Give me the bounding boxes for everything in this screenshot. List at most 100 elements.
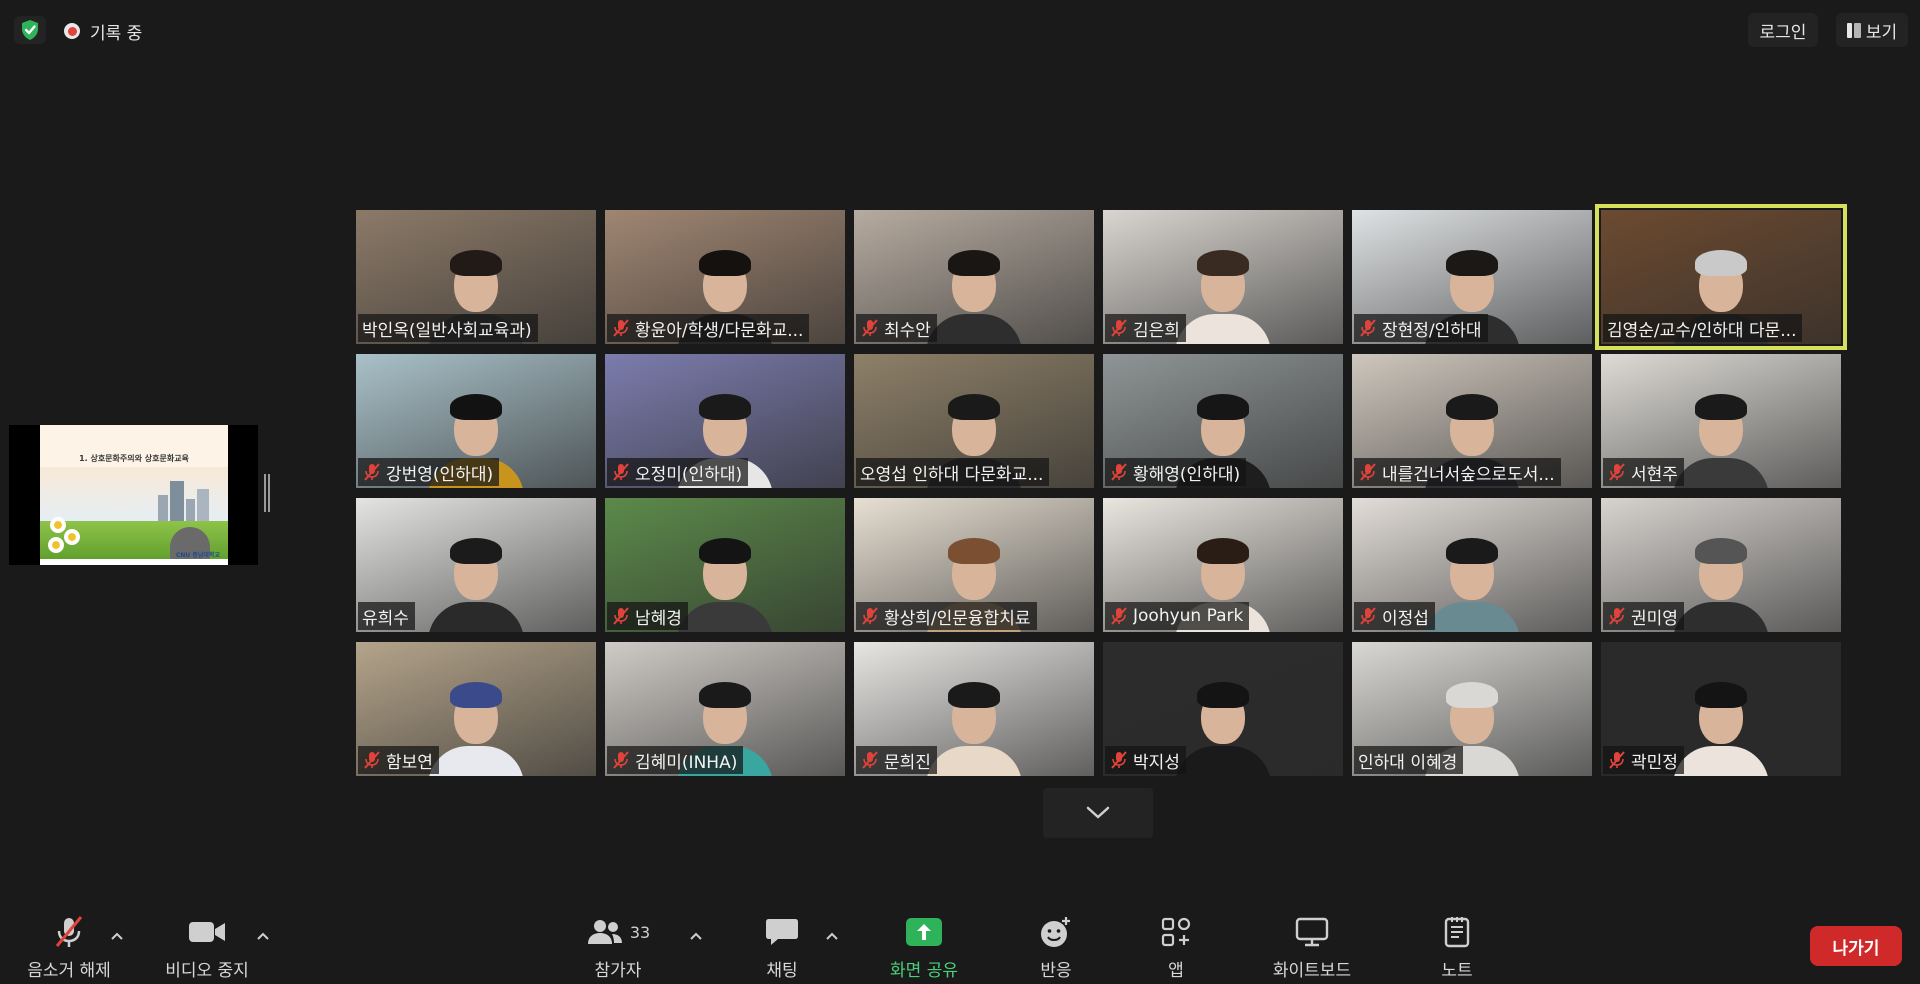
security-shield-icon[interactable]: [14, 16, 46, 44]
participant-video-tile[interactable]: 권미영: [1601, 498, 1841, 632]
gallery-next-page-button[interactable]: [1043, 788, 1153, 838]
participant-video-tile[interactable]: 함보연: [356, 642, 596, 776]
reactions-button[interactable]: 반응: [1018, 912, 1094, 982]
leave-meeting-button[interactable]: 나가기: [1810, 926, 1902, 966]
participant-video-tile[interactable]: 인하대 이혜경: [1352, 642, 1592, 776]
microphone-muted-icon: [611, 606, 631, 626]
microphone-muted-icon: [1358, 606, 1378, 626]
recording-indicator[interactable]: 기록 중: [64, 18, 142, 44]
apps-button[interactable]: 앱: [1148, 912, 1204, 982]
participant-name: 김은희: [1133, 320, 1180, 341]
participant-nameplate: 김은희: [1105, 314, 1186, 342]
participant-name: 황해영(인하대): [1133, 464, 1241, 485]
participant-video: [1673, 388, 1769, 488]
participant-nameplate: 김혜미(INHA): [607, 746, 744, 774]
participant-video-tile[interactable]: 강번영(인하대): [356, 354, 596, 488]
participant-nameplate: 함보연: [358, 746, 439, 774]
notes-button[interactable]: 노트: [1427, 912, 1487, 982]
participant-video: [1175, 676, 1271, 776]
participant-name: 문희진: [884, 752, 931, 773]
participant-name: 함보연: [386, 752, 433, 773]
meeting-toolbar: 음소거 해제 비디오 중지 33 참가자 채팅 화면 공유 반응 앱 화이트보드…: [0, 900, 1920, 984]
participant-name: 최수안: [884, 320, 931, 341]
notes-icon: [1444, 917, 1470, 948]
participant-name: 황상희/인문융합치료: [884, 608, 1031, 629]
participant-name: 강번영(인하대): [386, 464, 494, 485]
participant-video-tile[interactable]: 황해영(인하대): [1103, 354, 1343, 488]
participant-name: 박인옥(일반사회교육과): [362, 320, 532, 341]
chevron-down-icon: [1086, 806, 1110, 819]
participant-nameplate: 황상희/인문융합치료: [856, 602, 1037, 630]
participants-options-chevron-up-icon[interactable]: [688, 928, 704, 944]
participant-nameplate: 권미영: [1603, 602, 1684, 630]
microphone-muted-icon: [1607, 462, 1627, 482]
participants-label: 참가자: [594, 961, 642, 981]
participant-nameplate: 오영섭 인하대 다문화교...: [856, 458, 1050, 486]
participant-nameplate: 황윤아/학생/다문화교...: [607, 314, 810, 342]
microphone-muted-icon: [860, 750, 880, 770]
participant-video-tile[interactable]: 이정섭: [1352, 498, 1592, 632]
recording-label: 기록 중: [90, 23, 143, 44]
participant-video: [677, 532, 773, 632]
participant-video-tile[interactable]: 김은희: [1103, 210, 1343, 344]
participant-video-tile[interactable]: 유희수: [356, 498, 596, 632]
participants-button[interactable]: 33 참가자: [578, 912, 658, 982]
participant-nameplate: 박인옥(일반사회교육과): [358, 314, 538, 342]
participant-video: [926, 244, 1022, 344]
participant-video-tile[interactable]: 황윤아/학생/다문화교...: [605, 210, 845, 344]
participant-video-tile[interactable]: 오영섭 인하대 다문화교...: [854, 354, 1094, 488]
participant-nameplate: 곽민정: [1603, 746, 1684, 774]
participant-video-tile[interactable]: 내를건너서숲으로도서...: [1352, 354, 1592, 488]
microphone-muted-icon: [1109, 606, 1129, 626]
microphone-muted-icon: [55, 916, 83, 947]
share-screen-button[interactable]: 화면 공유: [874, 912, 974, 982]
participant-video-tile[interactable]: 남혜경: [605, 498, 845, 632]
participant-video: [1673, 676, 1769, 776]
recording-dot-icon: [64, 23, 80, 39]
audio-options-chevron-up-icon[interactable]: [109, 928, 125, 944]
participant-video-tile[interactable]: 문희진: [854, 642, 1094, 776]
participants-icon: [587, 920, 622, 944]
chat-label: 채팅: [766, 961, 798, 981]
view-button[interactable]: 보기: [1836, 13, 1908, 47]
participant-video-tile[interactable]: 서현주: [1601, 354, 1841, 488]
video-options-chevron-up-icon[interactable]: [255, 928, 271, 944]
participant-video-tile[interactable]: 오정미(인하대): [605, 354, 845, 488]
participant-nameplate: 박지성: [1105, 746, 1186, 774]
participant-video-tile[interactable]: 곽민정: [1601, 642, 1841, 776]
participant-video-tile[interactable]: Joohyun Park: [1103, 498, 1343, 632]
participant-video-tile[interactable]: 최수안: [854, 210, 1094, 344]
participant-video-tile[interactable]: 박인옥(일반사회교육과): [356, 210, 596, 344]
participant-name: Joohyun Park: [1133, 606, 1244, 626]
emoji-reaction-icon: [1041, 917, 1070, 947]
participant-name: 곽민정: [1631, 752, 1678, 773]
participant-video-tile[interactable]: 김영순/교수/인하대 다문...: [1595, 204, 1847, 350]
shared-screen-thumbnail[interactable]: 1. 상호문화주의와 상호문화교육 CNU 충남대학교: [9, 425, 258, 565]
panel-resize-handle[interactable]: [264, 474, 270, 512]
whiteboard-button[interactable]: 화이트보드: [1262, 912, 1362, 982]
participant-video-tile[interactable]: 장현정/인하대: [1352, 210, 1592, 344]
login-button[interactable]: 로그인: [1748, 13, 1818, 47]
participant-nameplate: 최수안: [856, 314, 937, 342]
participant-video-tile[interactable]: 김혜미(INHA): [605, 642, 845, 776]
microphone-muted-icon: [1358, 462, 1378, 482]
participant-video: [428, 532, 524, 632]
stop-video-label: 비디오 중지: [165, 961, 249, 981]
participant-nameplate: 인하대 이혜경: [1354, 746, 1464, 774]
microphone-muted-icon: [1109, 462, 1129, 482]
participant-video-tile[interactable]: 박지성: [1103, 642, 1343, 776]
participant-video-tile[interactable]: 황상희/인문융합치료: [854, 498, 1094, 632]
unmute-button[interactable]: 음소거 해제: [14, 912, 124, 982]
participant-name: 박지성: [1133, 752, 1180, 773]
participant-name: 남혜경: [635, 608, 682, 629]
view-label: 보기: [1865, 22, 1898, 43]
participant-name: 오영섭 인하대 다문화교...: [860, 464, 1044, 485]
participant-nameplate: 남혜경: [607, 602, 688, 630]
participant-nameplate: 내를건너서숲으로도서...: [1354, 458, 1561, 486]
chat-options-chevron-up-icon[interactable]: [824, 928, 840, 944]
chat-button[interactable]: 채팅: [742, 912, 822, 982]
apps-icon: [1161, 917, 1191, 947]
participant-nameplate: Joohyun Park: [1105, 602, 1250, 630]
participants-count: 33: [629, 922, 651, 942]
stop-video-button[interactable]: 비디오 중지: [152, 912, 262, 982]
